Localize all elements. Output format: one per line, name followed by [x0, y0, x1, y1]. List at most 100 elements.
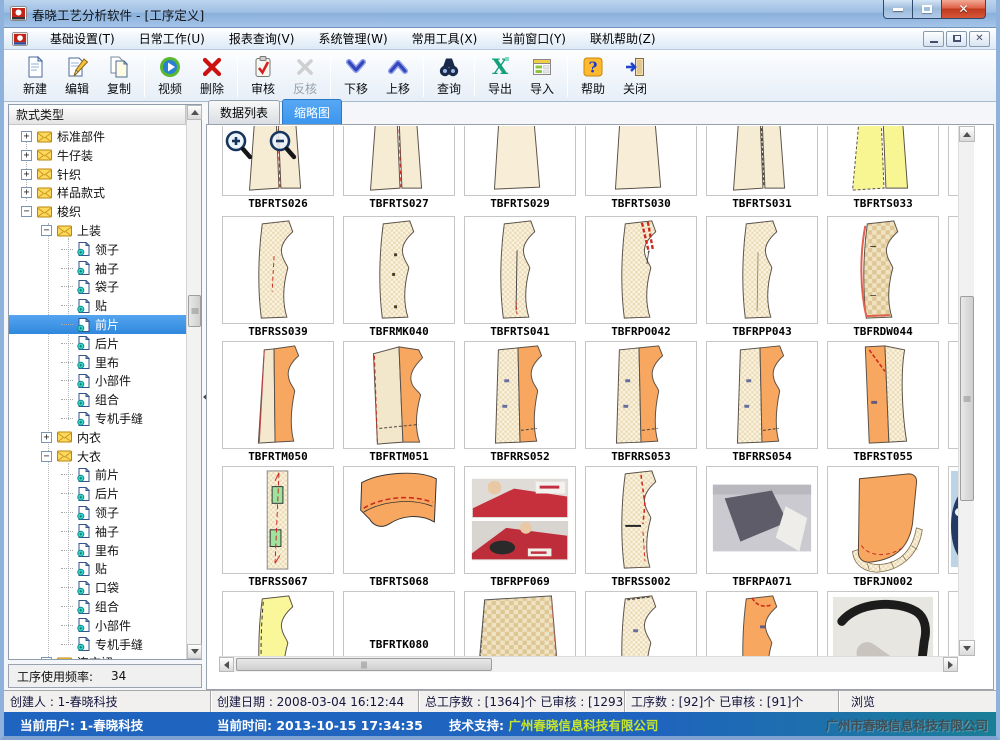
tab-data-list[interactable]: 数据列表	[208, 100, 280, 124]
thumbnail-image[interactable]	[827, 126, 939, 196]
thumbnail-image[interactable]	[343, 126, 455, 196]
thumbnail-image[interactable]	[948, 341, 958, 449]
thumbnail-cell[interactable]: TBFRTS029	[464, 126, 576, 212]
thumbnail-image[interactable]	[585, 466, 697, 574]
tree-item-leaf-19[interactable]: 前片	[9, 465, 186, 484]
tree-item-leaf-22[interactable]: 袖子	[9, 522, 186, 541]
thumbnail-image[interactable]	[706, 126, 818, 196]
mdi-close-button[interactable]: ✕	[969, 31, 990, 47]
expand-icon[interactable]: +	[21, 150, 32, 161]
thumbnail-image[interactable]	[343, 216, 455, 324]
thumbnail-cell[interactable]: TBFRTS068	[343, 466, 455, 590]
thumbnail-cell[interactable]: TBFRSS039	[222, 216, 334, 340]
thumbnail-image[interactable]	[706, 591, 818, 656]
thumbnail-cell[interactable]: TBFRTS027	[343, 126, 455, 212]
move-down-button[interactable]: 下移	[335, 53, 377, 99]
vertical-scrollbar[interactable]	[958, 126, 974, 656]
tree-item-leaf-11[interactable]: 前片	[9, 315, 186, 334]
thumbnail-cell[interactable]	[827, 591, 939, 656]
tree-item-folder-29[interactable]: +连衣裙	[9, 653, 186, 659]
zoom-out-button[interactable]	[267, 129, 299, 161]
thumbnail-cell[interactable]: TBFRSS067	[222, 466, 334, 590]
tree-item-leaf-24[interactable]: 贴	[9, 559, 186, 578]
tree-scrollbar[interactable]	[186, 105, 201, 659]
thumbnail-image[interactable]	[585, 216, 697, 324]
edit-button[interactable]: 编辑	[56, 53, 98, 99]
export-excel-button[interactable]: X导出	[479, 53, 521, 99]
maximize-button[interactable]	[912, 0, 942, 19]
mdi-child-icon[interactable]	[12, 31, 28, 47]
thumbnail-cell[interactable]: TBFRJN002	[827, 466, 939, 590]
collapse-icon[interactable]: −	[41, 225, 52, 236]
thumbnail-image[interactable]	[948, 126, 958, 196]
close-button[interactable]: ✕	[941, 0, 986, 19]
menu-item-7[interactable]: 联机帮助(Z)	[578, 27, 668, 50]
tree-item-folder-17[interactable]: +内衣	[9, 428, 186, 447]
tree-item-folder-18[interactable]: −大衣	[9, 447, 186, 466]
tree-item-leaf-10[interactable]: 贴	[9, 296, 186, 315]
tree-item-leaf-25[interactable]: 口袋	[9, 578, 186, 597]
thumbnail-cell[interactable]	[948, 341, 958, 449]
thumbnail-image[interactable]	[948, 216, 958, 324]
video-button[interactable]: 视频	[149, 53, 191, 99]
tree-item-leaf-20[interactable]: 后片	[9, 484, 186, 503]
thumbnail-image[interactable]	[464, 341, 576, 449]
thumbnail-image[interactable]	[464, 216, 576, 324]
menu-item-6[interactable]: 当前窗口(Y)	[489, 27, 578, 50]
thumbnail-image[interactable]	[585, 126, 697, 196]
minimize-button[interactable]	[883, 0, 913, 19]
tree-item-leaf-16[interactable]: 专机手缝	[9, 409, 186, 428]
zoom-in-button[interactable]	[223, 129, 255, 161]
help-button[interactable]: ?帮助	[572, 53, 614, 99]
tree-scroll-down-icon[interactable]	[187, 644, 202, 659]
thumbnail-image[interactable]	[464, 466, 576, 574]
search-button[interactable]: 查询	[428, 53, 470, 99]
thumbnail-cell[interactable]: TBFRTS041	[464, 216, 576, 340]
menu-item-4[interactable]: 系统管理(W)	[306, 27, 399, 50]
scroll-down-icon[interactable]	[959, 640, 975, 656]
horizontal-scroll-thumb[interactable]	[236, 658, 492, 671]
tree-scroll-up-icon[interactable]	[187, 105, 202, 120]
thumbnail-image[interactable]	[222, 591, 334, 656]
thumbnail-image[interactable]	[464, 591, 576, 656]
import-grid-button[interactable]: 导入	[521, 53, 563, 99]
thumbnail-cell[interactable]: TBFRMK040	[343, 216, 455, 340]
thumbnail-image[interactable]	[706, 216, 818, 324]
scroll-right-icon[interactable]	[943, 657, 958, 672]
expand-icon[interactable]: +	[41, 432, 52, 443]
tree-item-leaf-23[interactable]: 里布	[9, 541, 186, 560]
thumbnail-cell[interactable]: TBFRTS030	[585, 126, 697, 212]
thumbnail-cell[interactable]: TBFRPO042	[585, 216, 697, 340]
tree-item-leaf-9[interactable]: 袋子	[9, 277, 186, 296]
scroll-left-icon[interactable]	[219, 657, 234, 672]
collapse-icon[interactable]: −	[21, 206, 32, 217]
thumbnail-image[interactable]	[222, 466, 334, 574]
thumbnail-image[interactable]: TBFRTK080	[343, 591, 455, 656]
thumbnail-image[interactable]	[948, 591, 958, 656]
thumbnail-image[interactable]	[343, 466, 455, 574]
thumbnail-cell[interactable]	[948, 591, 958, 656]
thumbnail-image[interactable]	[827, 466, 939, 574]
thumbnail-image[interactable]	[706, 466, 818, 574]
thumbnail-cell[interactable]	[222, 591, 334, 656]
thumbnail-image[interactable]	[464, 126, 576, 196]
tree-item-leaf-21[interactable]: 领子	[9, 503, 186, 522]
tree-item-folder-3[interactable]: +针织	[9, 165, 186, 184]
tab-thumbnail[interactable]: 缩略图	[282, 99, 342, 124]
copy-button[interactable]: 复制	[98, 53, 140, 99]
thumbnail-cell[interactable]: TBFRTS031	[706, 126, 818, 212]
tree-item-leaf-27[interactable]: 小部件	[9, 616, 186, 635]
expand-icon[interactable]: +	[41, 657, 52, 659]
tree-item-leaf-28[interactable]: 专机手缝	[9, 635, 186, 654]
thumbnail-cell[interactable]: TBFRTM051	[343, 341, 455, 465]
tree-item-leaf-14[interactable]: 小部件	[9, 371, 186, 390]
mdi-restore-button[interactable]	[946, 31, 967, 47]
thumbnail-image[interactable]	[948, 466, 958, 574]
audit-button[interactable]: 审核	[242, 53, 284, 99]
tree-item-leaf-26[interactable]: 组合	[9, 597, 186, 616]
menu-item-2[interactable]: 日常工作(U)	[127, 27, 217, 50]
expand-icon[interactable]: +	[21, 187, 32, 198]
tree-item-leaf-15[interactable]: 组合	[9, 390, 186, 409]
unaudit-button[interactable]: 反核	[284, 53, 326, 99]
scroll-up-icon[interactable]	[959, 126, 975, 142]
